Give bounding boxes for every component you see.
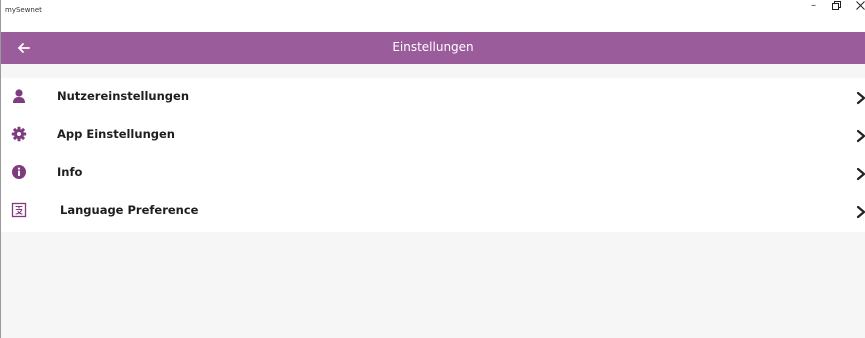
language-icon — [11, 202, 27, 218]
maximize-button[interactable] — [832, 1, 841, 13]
chevron-right-icon — [856, 90, 865, 105]
info-icon — [11, 164, 27, 180]
gear-icon — [11, 126, 27, 142]
menu-item-info[interactable]: Info — [1, 154, 865, 192]
app-window: mySewnet – Einstellungen Nutzereinstellu… — [0, 0, 865, 338]
chevron-right-icon — [856, 128, 865, 143]
user-icon — [11, 88, 27, 104]
empty-content-area — [1, 232, 865, 338]
chevron-right-icon — [856, 166, 865, 181]
menu-item-label: Nutzereinstellungen — [57, 89, 190, 103]
close-icon — [856, 1, 865, 10]
app-header: Einstellungen — [1, 32, 865, 64]
menu-item-app-settings[interactable]: App Einstellungen — [1, 116, 865, 154]
close-button[interactable] — [856, 1, 865, 13]
settings-menu: Nutzereinstellungen App Einstellungen In… — [1, 78, 865, 232]
menu-item-language-preference[interactable]: Language Preference — [1, 192, 865, 230]
restore-icon — [832, 1, 841, 10]
header-spacer — [1, 64, 865, 78]
menu-item-label: Info — [57, 165, 83, 179]
title-bar: mySewnet – — [1, 0, 865, 32]
page-title: Einstellungen — [392, 40, 474, 54]
minimize-button[interactable]: – — [811, 0, 816, 11]
menu-item-label: App Einstellungen — [57, 127, 175, 141]
menu-item-user-settings[interactable]: Nutzereinstellungen — [1, 78, 865, 116]
menu-item-label: Language Preference — [60, 203, 199, 217]
app-title: mySewnet — [5, 6, 42, 14]
chevron-right-icon — [856, 204, 865, 219]
